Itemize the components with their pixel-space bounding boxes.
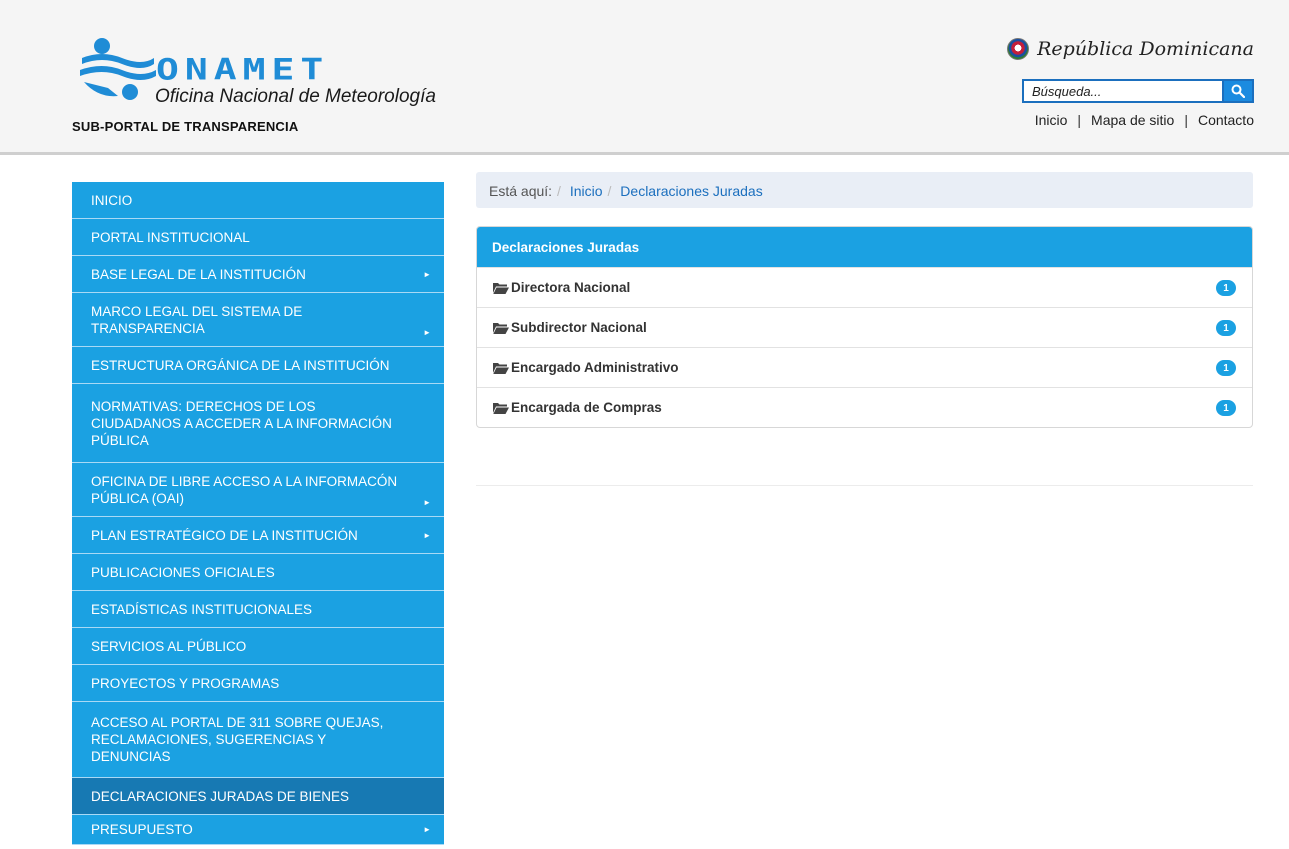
- count-badge: 1: [1216, 320, 1236, 336]
- sidebar-item-label: DECLARACIONES JURADAS DE BIENES: [91, 788, 350, 804]
- sidebar-item-normativas[interactable]: NORMATIVAS: DERECHOS DE LOS CIUDADANOS A…: [72, 384, 444, 463]
- top-link-separator: |: [1184, 112, 1188, 128]
- site-header: ONAMET Oficina Nacional de Meteorología …: [0, 0, 1289, 155]
- breadcrumb-prefix: Está aquí:: [489, 183, 553, 199]
- top-link-contact[interactable]: Contacto: [1198, 112, 1254, 128]
- sidebar-item-label: PROYECTOS Y PROGRAMAS: [91, 675, 280, 691]
- sidebar-item-presupuesto[interactable]: PRESUPUESTO ►: [72, 815, 444, 845]
- panel-title: Declaraciones Juradas: [477, 227, 1252, 267]
- list-item-label: Subdirector Nacional: [511, 320, 647, 335]
- sidebar-item-label: PORTAL INSTITUCIONAL: [91, 229, 250, 245]
- sidebar-item-label: MARCO LEGAL DEL SISTEMA DE TRANSPARENCIA: [91, 303, 303, 336]
- search-button[interactable]: [1222, 79, 1254, 103]
- submenu-arrow-icon: ►: [423, 328, 431, 337]
- sidebar-item-label: ACCESO AL PORTAL DE 311 SOBRE QUEJAS, RE…: [91, 715, 384, 764]
- logo-subtitle: Oficina Nacional de Meteorología: [155, 86, 436, 107]
- submenu-arrow-icon: ►: [423, 825, 431, 834]
- breadcrumb-separator: /: [557, 183, 561, 199]
- list-item[interactable]: Subdirector Nacional 1: [477, 307, 1252, 347]
- list-item[interactable]: Encargada de Compras 1: [477, 387, 1252, 427]
- coat-of-arms-icon: [1007, 38, 1030, 60]
- list-item-label: Encargada de Compras: [511, 400, 662, 415]
- folder-open-icon: [493, 322, 509, 334]
- sidebar-item-portal-institucional[interactable]: PORTAL INSTITUCIONAL: [72, 219, 444, 256]
- sidebar-item-estructura-organica[interactable]: ESTRUCTURA ORGÁNICA DE LA INSTITUCIÓN: [72, 347, 444, 384]
- breadcrumb-link-inicio[interactable]: Inicio: [570, 183, 603, 199]
- sidebar-item-inicio[interactable]: INICIO: [72, 182, 444, 219]
- top-link-separator: |: [1077, 112, 1082, 128]
- sidebar-item-proyectos[interactable]: PROYECTOS Y PROGRAMAS: [72, 665, 444, 702]
- submenu-arrow-icon: ►: [423, 498, 431, 507]
- country-label[interactable]: República Dominicana: [1007, 38, 1254, 60]
- content-divider: [476, 485, 1253, 486]
- logo-wordmark: ONAMET: [156, 52, 330, 87]
- list-item-label: Directora Nacional: [511, 280, 631, 295]
- folder-open-icon: [493, 282, 509, 294]
- top-nav: Inicio | Mapa de sitio | Contacto: [1035, 112, 1254, 128]
- list-item[interactable]: Directora Nacional 1: [477, 267, 1252, 307]
- list-item[interactable]: Encargado Administrativo 1: [477, 347, 1252, 387]
- subportal-title: SUB-PORTAL DE TRANSPARENCIA: [72, 119, 299, 134]
- submenu-arrow-icon: ►: [423, 269, 431, 279]
- country-name: República Dominicana: [1037, 38, 1254, 60]
- sidebar-item-oai[interactable]: OFICINA DE LIBRE ACCESO A LA INFORMACÓN …: [72, 463, 444, 517]
- search-input[interactable]: [1022, 79, 1222, 103]
- sidebar-item-label: ESTRUCTURA ORGÁNICA DE LA INSTITUCIÓN: [91, 357, 390, 373]
- list-item-label: Encargado Administrativo: [511, 360, 679, 375]
- sidebar-item-label: ESTADÍSTICAS INSTITUCIONALES: [91, 601, 313, 617]
- top-link-sitemap[interactable]: Mapa de sitio: [1091, 112, 1174, 128]
- sidebar-item-label: PUBLICACIONES OFICIALES: [91, 564, 275, 580]
- folder-open-icon: [493, 362, 509, 374]
- sidebar-item-label: SERVICIOS AL PÚBLICO: [91, 638, 247, 654]
- sidebar-item-label: OFICINA DE LIBRE ACCESO A LA INFORMACÓN …: [91, 473, 398, 506]
- count-badge: 1: [1216, 400, 1236, 416]
- sidebar-item-label: PLAN ESTRATÉGICO DE LA INSTITUCIÓN: [91, 527, 358, 543]
- sidebar-item-estadisticas[interactable]: ESTADÍSTICAS INSTITUCIONALES: [72, 591, 444, 628]
- folder-open-icon: [493, 402, 509, 414]
- top-link-inicio[interactable]: Inicio: [1035, 112, 1068, 128]
- submenu-arrow-icon: ►: [423, 530, 431, 540]
- sidebar-item-servicios[interactable]: SERVICIOS AL PÚBLICO: [72, 628, 444, 665]
- sidebar-item-plan-estrategico[interactable]: PLAN ESTRATÉGICO DE LA INSTITUCIÓN ►: [72, 517, 444, 554]
- breadcrumb-current[interactable]: Declaraciones Juradas: [620, 183, 762, 199]
- count-badge: 1: [1216, 280, 1236, 296]
- sidebar-item-portal-311[interactable]: ACCESO AL PORTAL DE 311 SOBRE QUEJAS, RE…: [72, 702, 444, 778]
- onamet-logo-icon[interactable]: [78, 36, 158, 106]
- sidebar-item-declaraciones-juradas[interactable]: DECLARACIONES JURADAS DE BIENES: [72, 778, 444, 815]
- sidebar-item-label: NORMATIVAS: DERECHOS DE LOS CIUDADANOS A…: [91, 398, 392, 448]
- sidebar-menu: INICIO PORTAL INSTITUCIONAL BASE LEGAL D…: [72, 182, 444, 845]
- sidebar-item-marco-legal[interactable]: MARCO LEGAL DEL SISTEMA DE TRANSPARENCIA…: [72, 293, 444, 347]
- search-bar: [1022, 79, 1254, 103]
- breadcrumb: Está aquí: / Inicio / Declaraciones Jurada…: [476, 172, 1253, 208]
- sidebar-item-base-legal[interactable]: BASE LEGAL DE LA INSTITUCIÓN ►: [72, 256, 444, 293]
- sidebar-item-label: BASE LEGAL DE LA INSTITUCIÓN: [91, 266, 306, 282]
- count-badge: 1: [1216, 360, 1236, 376]
- breadcrumb-separator: /: [607, 183, 612, 199]
- sidebar-item-label: PRESUPUESTO: [91, 822, 193, 837]
- declaraciones-panel: Declaraciones Juradas Directora Nacional…: [476, 226, 1253, 428]
- sidebar-item-publicaciones[interactable]: PUBLICACIONES OFICIALES: [72, 554, 444, 591]
- sidebar-item-label: INICIO: [91, 192, 133, 208]
- search-icon: [1231, 84, 1245, 98]
